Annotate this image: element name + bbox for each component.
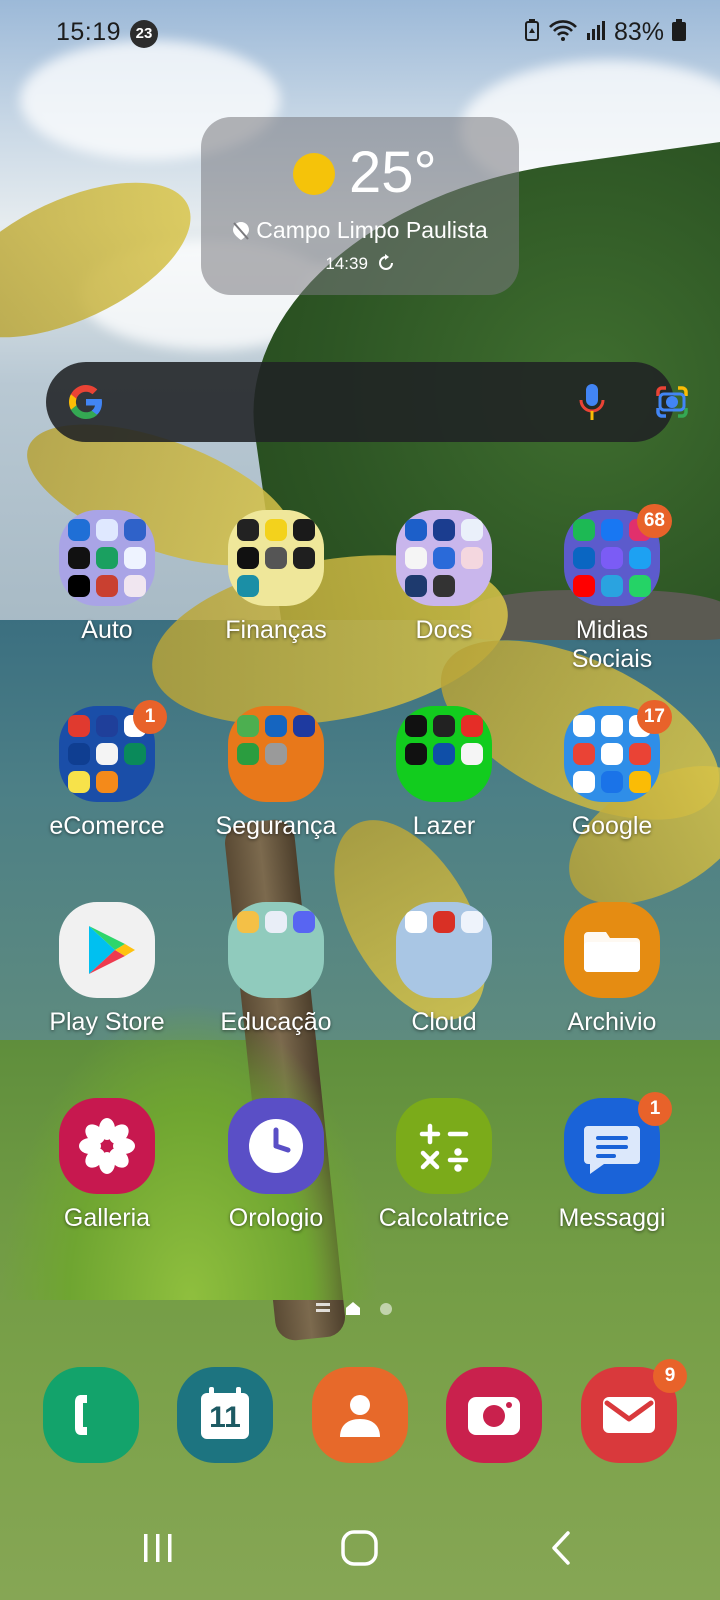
- folder-educacao-icon: [228, 902, 324, 998]
- app-orologio[interactable]: Orologio: [192, 1098, 360, 1233]
- back-button[interactable]: [546, 1530, 576, 1571]
- weather-updated-time: 14:39: [325, 254, 368, 273]
- weather-updated-row: 14:39: [201, 254, 519, 277]
- folder-educacao[interactable]: Educação: [192, 902, 360, 1037]
- lens-icon[interactable]: [654, 384, 690, 425]
- folder-educacao-label: Educação: [220, 1008, 332, 1036]
- app-archivio[interactable]: Archivio: [528, 902, 696, 1037]
- folder-cloud-icon: [396, 902, 492, 998]
- calculator-icon: [396, 1098, 492, 1194]
- folder-docs[interactable]: Docs: [360, 510, 528, 645]
- folder-docs-icon: [396, 510, 492, 606]
- dock-calendar[interactable]: 11: [177, 1367, 273, 1463]
- recycle-battery-icon: [524, 19, 540, 46]
- google-search-bar[interactable]: [46, 362, 688, 442]
- dock-phone[interactable]: [43, 1367, 139, 1463]
- folder-lazer[interactable]: Lazer: [360, 706, 528, 841]
- notification-count-badge: 23: [130, 20, 158, 48]
- contacts-icon: [340, 1395, 380, 1437]
- app-calcolatrice[interactable]: Calcolatrice: [360, 1098, 528, 1233]
- clock: 15:19: [56, 18, 122, 46]
- weather-temperature: 25°: [349, 140, 437, 205]
- folder-midias-sociais[interactable]: 68 Midias Sociais: [528, 504, 696, 674]
- page-indicator[interactable]: [316, 1302, 406, 1316]
- app-calcolatrice-label: Calcolatrice: [378, 1204, 510, 1232]
- app-messaggi[interactable]: 1 Messaggi: [528, 1092, 696, 1233]
- notification-badge: 1: [638, 1092, 672, 1126]
- status-icons: 83%: [524, 18, 686, 47]
- folder-lazer-icon: [396, 706, 492, 802]
- app-archivio-label: Archivio: [567, 1008, 657, 1036]
- status-bar: 15:19 23 83%: [0, 0, 720, 64]
- battery-icon: [672, 19, 686, 46]
- folder-seguranca-label: Segurança: [215, 812, 337, 840]
- folder-ecomerce[interactable]: 1 eComerce: [23, 700, 191, 841]
- notification-badge: 17: [636, 700, 672, 734]
- folder-financas[interactable]: Finanças: [192, 510, 360, 645]
- google-logo: [66, 382, 106, 427]
- folder-google-label: Google: [571, 812, 653, 840]
- page-indicator-menu: [316, 1303, 330, 1306]
- page-indicator-dot: [380, 1303, 392, 1315]
- folder-financas-icon: [228, 510, 324, 606]
- folder-files-icon: [564, 902, 660, 998]
- phone-icon: [75, 1395, 87, 1435]
- folder-auto-icon: [59, 510, 155, 606]
- folder-docs-label: Docs: [415, 616, 473, 644]
- app-orologio-label: Orologio: [228, 1204, 324, 1232]
- notification-badge: 1: [133, 700, 167, 734]
- mic-icon[interactable]: [578, 382, 606, 427]
- navigation-bar: [0, 1500, 720, 1600]
- folder-midias-sociais-icon: 68: [564, 504, 672, 606]
- folder-ecomerce-label: eComerce: [49, 812, 165, 840]
- camera-icon: [468, 1397, 520, 1435]
- folder-google-icon: 17: [564, 700, 672, 802]
- dock-camera[interactable]: [446, 1367, 542, 1463]
- app-play-store-label: Play Store: [49, 1008, 165, 1036]
- dock-email[interactable]: 9: [581, 1359, 687, 1463]
- folder-lazer-label: Lazer: [412, 812, 476, 840]
- messages-icon: 1: [564, 1092, 672, 1194]
- folder-seguranca[interactable]: Segurança: [192, 706, 360, 841]
- page-indicator-home-icon: [346, 1302, 360, 1315]
- recent-apps-button[interactable]: [140, 1530, 176, 1571]
- clock-icon: [228, 1098, 324, 1194]
- calendar-day: 11: [209, 1401, 241, 1434]
- refresh-icon[interactable]: [377, 254, 395, 277]
- folder-midias-sociais-label: Midias Sociais: [571, 616, 653, 673]
- home-button[interactable]: [340, 1530, 380, 1571]
- battery-percent: 83%: [613, 18, 664, 46]
- app-galleria[interactable]: Galleria: [23, 1098, 191, 1233]
- folder-auto[interactable]: Auto: [23, 510, 191, 645]
- notification-badge: 9: [653, 1359, 687, 1393]
- dock-contacts[interactable]: [312, 1367, 408, 1463]
- gallery-flower-icon: [59, 1098, 155, 1194]
- play-store-icon: [59, 902, 155, 998]
- app-play-store[interactable]: Play Store: [23, 902, 191, 1037]
- folder-seguranca-icon: [228, 706, 324, 802]
- signal-icon: [586, 19, 606, 46]
- weather-widget[interactable]: 25° Campo Limpo Paulista 14:39: [201, 117, 519, 295]
- folder-cloud[interactable]: Cloud: [360, 902, 528, 1037]
- app-messaggi-label: Messaggi: [558, 1204, 666, 1232]
- wifi-icon: [548, 19, 578, 46]
- folder-google[interactable]: 17 Google: [528, 700, 696, 841]
- app-galleria-label: Galleria: [63, 1204, 151, 1232]
- folder-ecomerce-icon: 1: [59, 700, 167, 802]
- location-pin-icon: [232, 220, 250, 247]
- weather-location: Campo Limpo Paulista: [256, 217, 488, 243]
- folder-cloud-label: Cloud: [411, 1008, 477, 1036]
- notification-badge: 68: [636, 504, 672, 538]
- folder-auto-label: Auto: [81, 616, 133, 644]
- folder-financas-label: Finanças: [225, 616, 327, 644]
- sun-icon: [293, 153, 335, 195]
- weather-location-row: Campo Limpo Paulista: [201, 217, 519, 247]
